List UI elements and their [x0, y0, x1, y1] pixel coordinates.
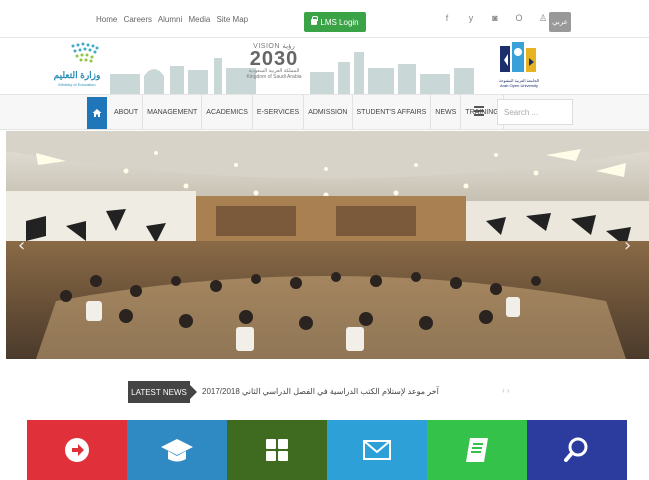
news-ticker-controls[interactable]: ‹ ›	[502, 386, 510, 395]
nav-item-news[interactable]: NEWS	[431, 95, 462, 129]
vision-english-subtitle: Kingdom of Saudi Arabia	[246, 74, 302, 80]
slider-next-arrow[interactable]: ›	[624, 235, 631, 256]
quick-links-tiles	[27, 420, 627, 480]
nav-item-admission[interactable]: ADMISSION	[304, 95, 353, 129]
tile-grid[interactable]	[227, 420, 327, 480]
hamburger-menu-icon[interactable]	[474, 106, 484, 116]
nav-item-e-services[interactable]: E-SERVICES	[253, 95, 305, 129]
nav-item-management[interactable]: MANAGEMENT	[143, 95, 203, 129]
top-link-media[interactable]: Media	[189, 15, 211, 24]
arabic-language-button[interactable]: عربي	[549, 12, 571, 32]
top-link-sitemap[interactable]: Site Map	[217, 15, 249, 24]
lock-icon	[311, 16, 319, 25]
hero-slider[interactable]: ‹ ›	[6, 131, 649, 359]
nav-item-about[interactable]: ABOUT	[110, 95, 144, 129]
main-navigation: ABOUT MANAGEMENT ACADEMICS E-SERVICES AD…	[0, 94, 649, 130]
top-bar: Home Careers Alumni Media Site Map LMS L…	[0, 0, 649, 38]
ministry-of-education-logo[interactable]: وزارة التعليم Ministry of Education	[52, 42, 102, 90]
nav-item-academics[interactable]: ACADEMICS	[202, 95, 253, 129]
graduation-cap-icon	[161, 439, 193, 462]
aou-emblem-graphic	[500, 42, 536, 72]
slider-prev-arrow[interactable]: ‹	[18, 235, 25, 256]
grid-icon	[266, 439, 288, 461]
twitter-icon[interactable]: y	[464, 13, 478, 24]
book-icon	[466, 438, 488, 462]
arab-open-university-logo[interactable]: الجامعة العربية المفتوحة Arab Open Unive…	[494, 40, 544, 92]
moe-dots-graphic	[71, 42, 99, 63]
top-links: Home Careers Alumni Media Site Map	[96, 15, 252, 24]
social-links: f y ◙ O ♙	[440, 13, 550, 24]
search-input[interactable]: Search ...	[497, 99, 573, 125]
circle-icon[interactable]: O	[512, 13, 526, 24]
site-header: وزارة التعليم Ministry of Education VISI…	[0, 38, 649, 94]
moe-name-arabic: وزارة التعليم	[53, 70, 101, 80]
person-icon[interactable]: ♙	[536, 13, 550, 24]
nav-item-students-affairs[interactable]: STUDENT'S AFFAIRS	[353, 95, 432, 129]
aou-name-english: Arab Open University	[499, 83, 538, 88]
home-button[interactable]	[87, 97, 107, 129]
search-icon	[564, 437, 588, 462]
moe-name-english: Ministry of Education	[58, 82, 96, 87]
tile-graduation[interactable]	[127, 420, 227, 480]
top-link-home[interactable]: Home	[96, 15, 117, 24]
vision-2030-logo: VISION رؤية 2030 المملكة العربية السعودي…	[244, 42, 304, 90]
arrow-right-circle-icon	[65, 438, 89, 462]
tile-search[interactable]	[527, 420, 627, 480]
tile-envelope[interactable]	[327, 420, 427, 480]
top-link-careers[interactable]: Careers	[124, 15, 152, 24]
news-headline-link[interactable]: آخر موعد لإستلام الكتب الدراسية في الفصل…	[202, 387, 439, 396]
lms-login-label: LMS Login	[320, 17, 359, 27]
tile-arrow-right[interactable]	[27, 420, 127, 480]
lecture-hall-photo	[6, 131, 649, 359]
news-ticker: LATEST NEWS آخر موعد لإستلام الكتب الدرا…	[128, 381, 528, 403]
envelope-icon	[363, 440, 391, 460]
vision-year: 2030	[249, 48, 299, 70]
top-link-alumni[interactable]: Alumni	[158, 15, 182, 24]
lms-login-button[interactable]: LMS Login	[304, 12, 366, 32]
facebook-icon[interactable]: f	[440, 13, 454, 24]
home-icon	[92, 109, 102, 117]
tile-book[interactable]	[427, 420, 527, 480]
latest-news-label: LATEST NEWS	[128, 381, 197, 403]
instagram-icon[interactable]: ◙	[488, 13, 502, 24]
